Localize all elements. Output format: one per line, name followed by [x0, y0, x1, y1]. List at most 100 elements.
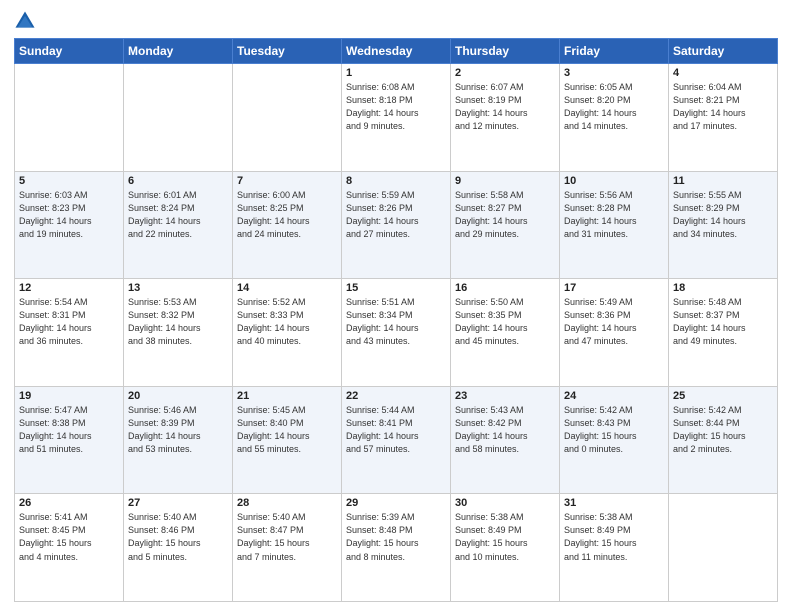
- day-info: Sunrise: 5:43 AM Sunset: 8:42 PM Dayligh…: [455, 404, 555, 456]
- day-info: Sunrise: 5:59 AM Sunset: 8:26 PM Dayligh…: [346, 189, 446, 241]
- day-number: 19: [19, 390, 119, 402]
- day-cell: 18 Sunrise: 5:48 AM Sunset: 8:37 PM Dayli…: [669, 279, 778, 387]
- day-cell: 20 Sunrise: 5:46 AM Sunset: 8:39 PM Dayli…: [124, 386, 233, 494]
- day-number: 4: [673, 67, 773, 79]
- day-info: Sunrise: 6:04 AM Sunset: 8:21 PM Dayligh…: [673, 81, 773, 133]
- day-number: 22: [346, 390, 446, 402]
- day-number: 11: [673, 175, 773, 187]
- day-info: Sunrise: 5:48 AM Sunset: 8:37 PM Dayligh…: [673, 296, 773, 348]
- day-number: 24: [564, 390, 664, 402]
- week-row-4: 19 Sunrise: 5:47 AM Sunset: 8:38 PM Dayli…: [15, 386, 778, 494]
- day-cell: 27 Sunrise: 5:40 AM Sunset: 8:46 PM Dayli…: [124, 494, 233, 602]
- day-info: Sunrise: 6:05 AM Sunset: 8:20 PM Dayligh…: [564, 81, 664, 133]
- day-cell: 15 Sunrise: 5:51 AM Sunset: 8:34 PM Dayli…: [342, 279, 451, 387]
- day-cell: 11 Sunrise: 5:55 AM Sunset: 8:29 PM Dayli…: [669, 171, 778, 279]
- header: [14, 10, 778, 32]
- day-cell: 12 Sunrise: 5:54 AM Sunset: 8:31 PM Dayli…: [15, 279, 124, 387]
- day-info: Sunrise: 5:45 AM Sunset: 8:40 PM Dayligh…: [237, 404, 337, 456]
- day-cell: [669, 494, 778, 602]
- week-row-1: 1Sunrise: 6:08 AM Sunset: 8:18 PM Daylig…: [15, 64, 778, 172]
- day-cell: 29Sunrise: 5:39 AM Sunset: 8:48 PM Dayli…: [342, 494, 451, 602]
- day-cell: 9 Sunrise: 5:58 AM Sunset: 8:27 PM Daylig…: [451, 171, 560, 279]
- day-info: Sunrise: 5:51 AM Sunset: 8:34 PM Dayligh…: [346, 296, 446, 348]
- day-info: Sunrise: 5:56 AM Sunset: 8:28 PM Dayligh…: [564, 189, 664, 241]
- day-cell: 28 Sunrise: 5:40 AM Sunset: 8:47 PM Dayli…: [233, 494, 342, 602]
- day-number: 25: [673, 390, 773, 402]
- day-info: Sunrise: 5:55 AM Sunset: 8:29 PM Dayligh…: [673, 189, 773, 241]
- day-cell: 16Sunrise: 5:50 AM Sunset: 8:35 PM Dayli…: [451, 279, 560, 387]
- day-number: 18: [673, 282, 773, 294]
- week-row-2: 5 Sunrise: 6:03 AM Sunset: 8:23 PM Daylig…: [15, 171, 778, 279]
- day-info: Sunrise: 5:54 AM Sunset: 8:31 PM Dayligh…: [19, 296, 119, 348]
- day-cell: 24Sunrise: 5:42 AM Sunset: 8:43 PM Dayli…: [560, 386, 669, 494]
- day-cell: 25 Sunrise: 5:42 AM Sunset: 8:44 PM Dayli…: [669, 386, 778, 494]
- day-number: 21: [237, 390, 337, 402]
- day-number: 9: [455, 175, 555, 187]
- day-info: Sunrise: 5:46 AM Sunset: 8:39 PM Dayligh…: [128, 404, 228, 456]
- day-cell: [124, 64, 233, 172]
- day-cell: [15, 64, 124, 172]
- day-cell: 22 Sunrise: 5:44 AM Sunset: 8:41 PM Dayli…: [342, 386, 451, 494]
- day-info: Sunrise: 5:38 AM Sunset: 8:49 PM Dayligh…: [564, 511, 664, 563]
- day-cell: 6Sunrise: 6:01 AM Sunset: 8:24 PM Daylig…: [124, 171, 233, 279]
- day-info: Sunrise: 5:44 AM Sunset: 8:41 PM Dayligh…: [346, 404, 446, 456]
- day-number: 2: [455, 67, 555, 79]
- week-row-5: 26 Sunrise: 5:41 AM Sunset: 8:45 PM Dayli…: [15, 494, 778, 602]
- day-cell: 5 Sunrise: 6:03 AM Sunset: 8:23 PM Daylig…: [15, 171, 124, 279]
- day-number: 31: [564, 497, 664, 509]
- day-number: 20: [128, 390, 228, 402]
- day-number: 12: [19, 282, 119, 294]
- day-number: 17: [564, 282, 664, 294]
- weekday-header-saturday: Saturday: [669, 39, 778, 64]
- day-info: Sunrise: 5:58 AM Sunset: 8:27 PM Dayligh…: [455, 189, 555, 241]
- day-number: 30: [455, 497, 555, 509]
- day-cell: 7Sunrise: 6:00 AM Sunset: 8:25 PM Daylig…: [233, 171, 342, 279]
- day-info: Sunrise: 5:42 AM Sunset: 8:44 PM Dayligh…: [673, 404, 773, 456]
- day-number: 15: [346, 282, 446, 294]
- day-cell: 23 Sunrise: 5:43 AM Sunset: 8:42 PM Dayli…: [451, 386, 560, 494]
- day-cell: 19 Sunrise: 5:47 AM Sunset: 8:38 PM Dayli…: [15, 386, 124, 494]
- day-info: Sunrise: 5:49 AM Sunset: 8:36 PM Dayligh…: [564, 296, 664, 348]
- page: SundayMondayTuesdayWednesdayThursdayFrid…: [0, 0, 792, 612]
- day-cell: 21 Sunrise: 5:45 AM Sunset: 8:40 PM Dayli…: [233, 386, 342, 494]
- day-number: 28: [237, 497, 337, 509]
- day-cell: 13 Sunrise: 5:53 AM Sunset: 8:32 PM Dayli…: [124, 279, 233, 387]
- day-cell: 1Sunrise: 6:08 AM Sunset: 8:18 PM Daylig…: [342, 64, 451, 172]
- day-number: 3: [564, 67, 664, 79]
- day-info: Sunrise: 6:03 AM Sunset: 8:23 PM Dayligh…: [19, 189, 119, 241]
- day-info: Sunrise: 5:40 AM Sunset: 8:47 PM Dayligh…: [237, 511, 337, 563]
- day-info: Sunrise: 5:53 AM Sunset: 8:32 PM Dayligh…: [128, 296, 228, 348]
- day-number: 6: [128, 175, 228, 187]
- day-number: 14: [237, 282, 337, 294]
- day-info: Sunrise: 6:08 AM Sunset: 8:18 PM Dayligh…: [346, 81, 446, 133]
- weekday-header-friday: Friday: [560, 39, 669, 64]
- day-info: Sunrise: 5:38 AM Sunset: 8:49 PM Dayligh…: [455, 511, 555, 563]
- day-number: 7: [237, 175, 337, 187]
- day-number: 26: [19, 497, 119, 509]
- calendar: SundayMondayTuesdayWednesdayThursdayFrid…: [14, 38, 778, 602]
- day-cell: 30 Sunrise: 5:38 AM Sunset: 8:49 PM Dayli…: [451, 494, 560, 602]
- day-number: 13: [128, 282, 228, 294]
- weekday-header-monday: Monday: [124, 39, 233, 64]
- day-number: 23: [455, 390, 555, 402]
- week-row-3: 12 Sunrise: 5:54 AM Sunset: 8:31 PM Dayli…: [15, 279, 778, 387]
- weekday-header-thursday: Thursday: [451, 39, 560, 64]
- day-cell: 31 Sunrise: 5:38 AM Sunset: 8:49 PM Dayli…: [560, 494, 669, 602]
- weekday-header-row: SundayMondayTuesdayWednesdayThursdayFrid…: [15, 39, 778, 64]
- day-info: Sunrise: 5:47 AM Sunset: 8:38 PM Dayligh…: [19, 404, 119, 456]
- day-cell: 3 Sunrise: 6:05 AM Sunset: 8:20 PM Daylig…: [560, 64, 669, 172]
- day-info: Sunrise: 5:39 AM Sunset: 8:48 PM Dayligh…: [346, 511, 446, 563]
- day-cell: 8Sunrise: 5:59 AM Sunset: 8:26 PM Daylig…: [342, 171, 451, 279]
- day-cell: 10 Sunrise: 5:56 AM Sunset: 8:28 PM Dayli…: [560, 171, 669, 279]
- day-cell: [233, 64, 342, 172]
- day-number: 27: [128, 497, 228, 509]
- day-number: 10: [564, 175, 664, 187]
- day-cell: 4 Sunrise: 6:04 AM Sunset: 8:21 PM Daylig…: [669, 64, 778, 172]
- day-cell: 2 Sunrise: 6:07 AM Sunset: 8:19 PM Daylig…: [451, 64, 560, 172]
- day-info: Sunrise: 6:07 AM Sunset: 8:19 PM Dayligh…: [455, 81, 555, 133]
- day-number: 5: [19, 175, 119, 187]
- logo: [14, 10, 40, 32]
- day-cell: 26 Sunrise: 5:41 AM Sunset: 8:45 PM Dayli…: [15, 494, 124, 602]
- day-info: Sunrise: 5:41 AM Sunset: 8:45 PM Dayligh…: [19, 511, 119, 563]
- day-info: Sunrise: 5:40 AM Sunset: 8:46 PM Dayligh…: [128, 511, 228, 563]
